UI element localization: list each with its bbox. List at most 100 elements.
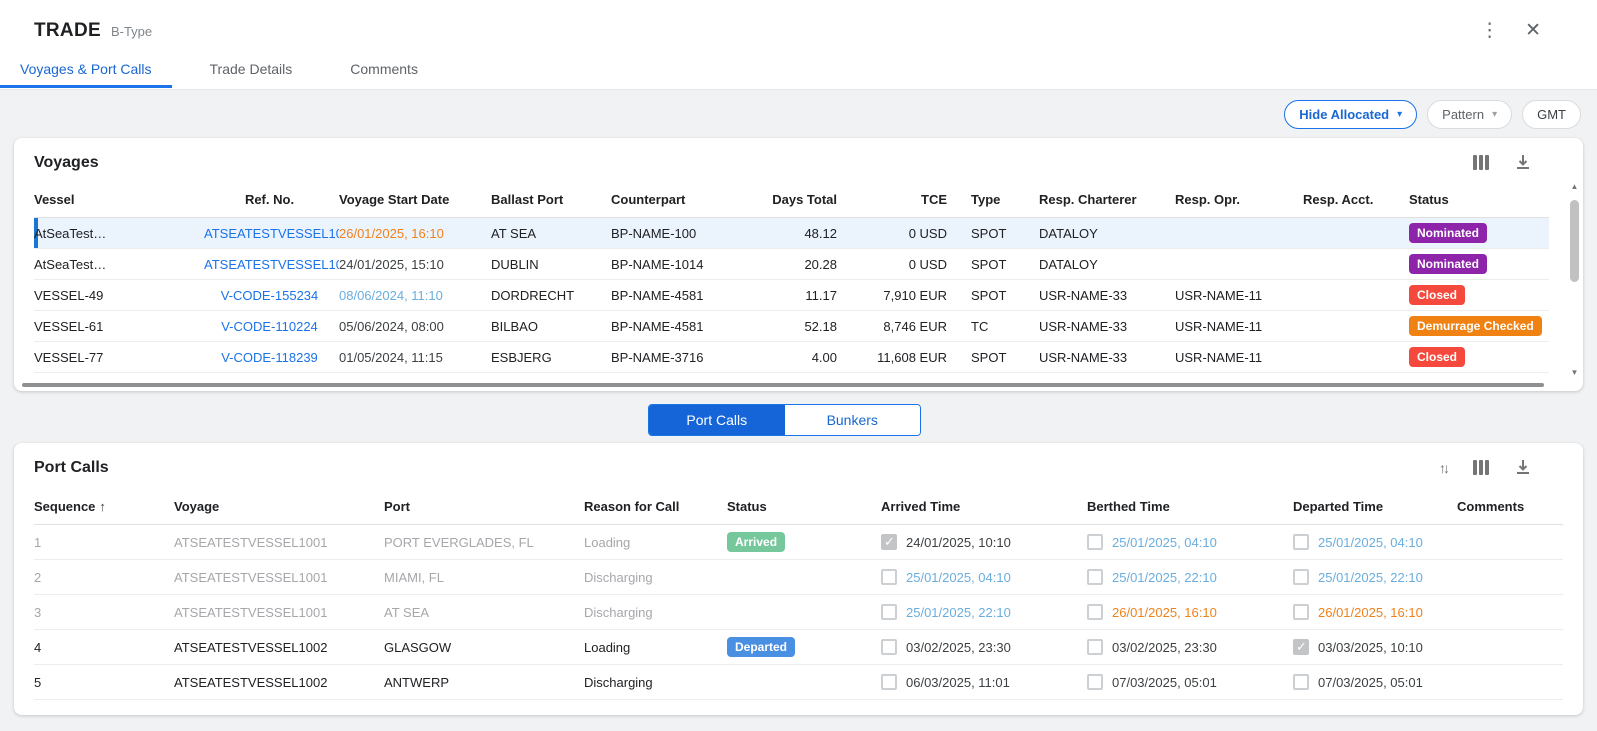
col-ref-no[interactable]: Ref. No.	[204, 182, 339, 218]
col-arrived-time[interactable]: Arrived Time	[881, 489, 1087, 525]
columns-icon[interactable]	[1473, 460, 1489, 475]
col-voyage[interactable]: Voyage	[174, 489, 384, 525]
arrived-checkbox[interactable]	[881, 534, 897, 550]
departed-checkbox[interactable]	[1293, 534, 1309, 550]
port-call-departed-time: 25/01/2025, 04:10	[1293, 525, 1457, 560]
tab-voyages-port-calls[interactable]: Voyages & Port Calls	[0, 54, 172, 88]
col-port[interactable]: Port	[384, 489, 584, 525]
download-icon[interactable]	[1515, 459, 1531, 476]
departed-checkbox[interactable]	[1293, 639, 1309, 655]
arrived-checkbox[interactable]	[881, 639, 897, 655]
arrived-checkbox[interactable]	[881, 674, 897, 690]
toggle-bunkers[interactable]: Bunkers	[785, 405, 921, 435]
port-call-row[interactable]: 4 ATSEATESTVESSEL1002 GLASGOW Loading De…	[34, 630, 1563, 665]
voyage-ref-no-link[interactable]: ATSEATESTVESSEL1002	[204, 226, 339, 241]
kebab-menu-icon[interactable]: ⋮	[1480, 20, 1499, 42]
berthed-checkbox[interactable]	[1087, 604, 1103, 620]
scrollbar-up-arrow-icon[interactable]: ▲	[1568, 182, 1581, 191]
voyage-row[interactable]: VESSEL-49 V-CODE-155234 08/06/2024, 11:1…	[34, 280, 1549, 311]
col-counterpart[interactable]: Counterpart	[611, 182, 759, 218]
toggle-port-calls[interactable]: Port Calls	[649, 405, 785, 435]
title-row: TRADE B-Type	[0, 0, 1597, 42]
gmt-button[interactable]: GMT	[1522, 100, 1581, 129]
col-days-total[interactable]: Days Total	[759, 182, 841, 218]
voyage-row[interactable]: AtSeaTest… ATSEATESTVESSEL1002 26/01/202…	[34, 218, 1549, 249]
port-call-reason: Loading	[584, 630, 727, 665]
col-resp-acct[interactable]: Resp. Acct.	[1303, 182, 1409, 218]
hide-allocated-dropdown[interactable]: Hide Allocated ▾	[1284, 100, 1417, 129]
berthed-checkbox[interactable]	[1087, 534, 1103, 550]
departed-checkbox[interactable]	[1293, 674, 1309, 690]
port-call-voyage: ATSEATESTVESSEL1001	[174, 560, 384, 595]
tab-trade-details[interactable]: Trade Details	[190, 54, 313, 88]
port-call-status-cell: Departed	[727, 630, 881, 665]
voyage-resp-acct	[1303, 280, 1409, 311]
voyage-row[interactable]: VESSEL-77 V-CODE-118239 01/05/2024, 11:1…	[34, 342, 1549, 373]
arrived-checkbox[interactable]	[881, 604, 897, 620]
col-departed-time[interactable]: Departed Time	[1293, 489, 1457, 525]
download-icon[interactable]	[1515, 154, 1531, 171]
scrollbar-thumb[interactable]	[22, 383, 1544, 387]
col-voyage-start-date[interactable]: Voyage Start Date	[339, 182, 491, 218]
voyage-ref-no-link[interactable]: V-CODE-118239	[221, 350, 318, 365]
sort-asc-arrow-icon: ↑	[99, 499, 106, 514]
close-icon[interactable]: ✕	[1525, 20, 1541, 42]
pattern-dropdown[interactable]: Pattern ▾	[1427, 100, 1512, 129]
departed-checkbox[interactable]	[1293, 604, 1309, 620]
voyage-row[interactable]: VESSEL-61 V-CODE-110224 05/06/2024, 08:0…	[34, 311, 1549, 342]
voyage-tce: 0 USD	[841, 218, 951, 249]
berthed-checkbox[interactable]	[1087, 569, 1103, 585]
departed-checkbox[interactable]	[1293, 569, 1309, 585]
voyage-vessel: VESSEL-61	[34, 311, 204, 342]
port-call-row[interactable]: 3 ATSEATESTVESSEL1001 AT SEA Discharging…	[34, 595, 1563, 630]
col-status[interactable]: Status	[727, 489, 881, 525]
port-call-status-cell	[727, 595, 881, 630]
col-ballast-port[interactable]: Ballast Port	[491, 182, 611, 218]
col-sequence[interactable]: Sequence↑	[34, 489, 174, 525]
voyage-counterpart: BP-NAME-100	[611, 218, 759, 249]
scrollbar-thumb[interactable]	[1570, 200, 1579, 282]
status-badge: Demurrage Checked	[1409, 316, 1542, 336]
voyage-vessel: AtSeaTest…	[34, 249, 204, 280]
berthed-checkbox[interactable]	[1087, 674, 1103, 690]
port-call-row[interactable]: 2 ATSEATESTVESSEL1001 MIAMI, FL Discharg…	[34, 560, 1563, 595]
port-call-arrived-time: 24/01/2025, 10:10	[881, 525, 1087, 560]
scrollbar-down-arrow-icon[interactable]: ▼	[1568, 368, 1581, 377]
port-call-comments	[1457, 630, 1563, 665]
port-call-sequence: 5	[34, 665, 174, 700]
port-call-row[interactable]: 5 ATSEATESTVESSEL1002 ANTWERP Dischargin…	[34, 665, 1563, 700]
port-call-arrived-time: 25/01/2025, 04:10	[881, 560, 1087, 595]
arrived-checkbox[interactable]	[881, 569, 897, 585]
voyage-type: SPOT	[951, 342, 1039, 373]
col-vessel[interactable]: Vessel	[34, 182, 204, 218]
voyage-ref-no-link[interactable]: ATSEATESTVESSEL1001	[204, 257, 339, 272]
port-call-row[interactable]: 1 ATSEATESTVESSEL1001 PORT EVERGLADES, F…	[34, 525, 1563, 560]
col-tce[interactable]: TCE	[841, 182, 951, 218]
col-type[interactable]: Type	[951, 182, 1039, 218]
columns-icon[interactable]	[1473, 155, 1489, 170]
voyage-resp-opr: USR-NAME-11	[1175, 342, 1303, 373]
voyage-tce: 0 USD	[841, 249, 951, 280]
col-status[interactable]: Status	[1409, 182, 1549, 218]
col-berthed-time[interactable]: Berthed Time	[1087, 489, 1293, 525]
tab-comments[interactable]: Comments	[330, 54, 438, 88]
port-calls-table: Sequence↑ Voyage Port Reason for Call St…	[34, 489, 1563, 700]
voyages-vertical-scrollbar[interactable]: ▲ ▼	[1568, 182, 1581, 377]
berthed-checkbox[interactable]	[1087, 639, 1103, 655]
voyage-ballast-port: ESBJERG	[491, 342, 611, 373]
col-comments[interactable]: Comments	[1457, 489, 1563, 525]
col-reason-for-call[interactable]: Reason for Call	[584, 489, 727, 525]
window-subtitle: B-Type	[111, 24, 152, 39]
col-resp-opr[interactable]: Resp. Opr.	[1175, 182, 1303, 218]
status-badge: Departed	[727, 637, 795, 657]
voyage-resp-opr	[1175, 249, 1303, 280]
sort-icon[interactable]: ↑↓	[1439, 460, 1447, 476]
col-resp-charterer[interactable]: Resp. Charterer	[1039, 182, 1175, 218]
voyage-row[interactable]: AtSeaTest… ATSEATESTVESSEL1001 24/01/202…	[34, 249, 1549, 280]
voyage-days-total: 52.18	[759, 311, 841, 342]
voyages-horizontal-scrollbar[interactable]	[22, 383, 1559, 388]
voyage-vessel: VESSEL-77	[34, 342, 204, 373]
port-call-status-cell	[727, 560, 881, 595]
voyage-ref-no-link[interactable]: V-CODE-110224	[221, 319, 318, 334]
voyage-ref-no-link[interactable]: V-CODE-155234	[221, 288, 319, 303]
